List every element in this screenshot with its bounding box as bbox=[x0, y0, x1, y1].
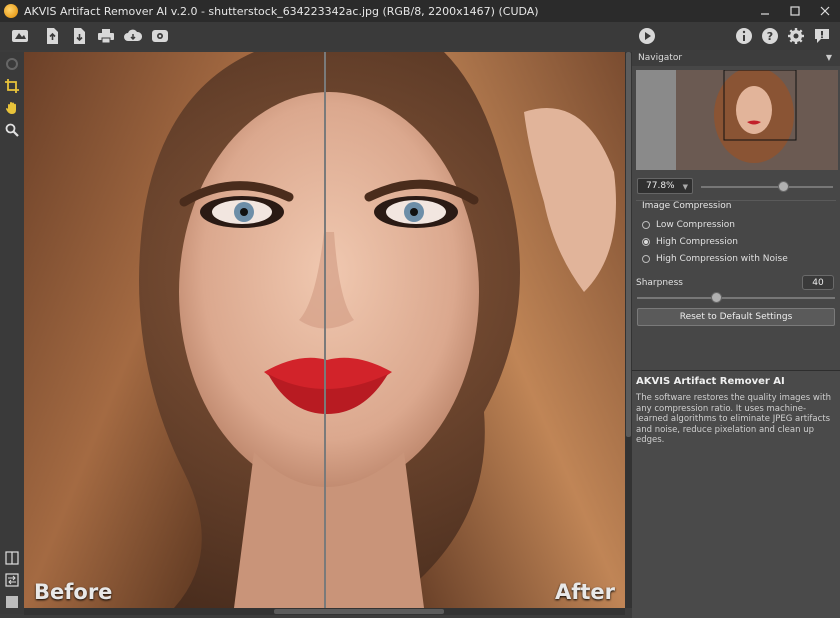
print-button[interactable] bbox=[94, 24, 118, 48]
notifications-icon bbox=[815, 29, 829, 43]
maximize-icon bbox=[790, 6, 800, 16]
app-logo-icon bbox=[4, 4, 18, 18]
save-file-button[interactable] bbox=[67, 24, 91, 48]
horizontal-scrollbar[interactable] bbox=[24, 608, 625, 615]
disabled-tool-button[interactable] bbox=[2, 54, 22, 74]
radio-button[interactable] bbox=[642, 221, 650, 229]
swap-view-icon bbox=[5, 573, 19, 587]
info-icon bbox=[736, 28, 752, 44]
hand-icon bbox=[6, 102, 16, 114]
title-bar: AKVIS Artifact Remover AI v.2.0 - shutte… bbox=[0, 0, 840, 22]
radio-high-compression-noise[interactable]: High Compression with Noise bbox=[642, 254, 788, 264]
vertical-scroll-thumb[interactable] bbox=[626, 52, 631, 437]
close-icon bbox=[820, 6, 830, 16]
navigator-title: Navigator bbox=[638, 53, 683, 63]
reset-defaults-button[interactable]: Reset to Default Settings bbox=[637, 308, 835, 326]
help-icon: ? bbox=[762, 28, 778, 44]
maximize-button[interactable] bbox=[780, 0, 810, 22]
sharpness-value[interactable]: 40 bbox=[802, 275, 834, 290]
toolbar-right-group: ? bbox=[730, 24, 834, 48]
zoom-icon bbox=[5, 123, 19, 137]
settings-button[interactable] bbox=[784, 24, 808, 48]
settings-icon bbox=[788, 28, 804, 44]
main-toolbar: ? bbox=[0, 22, 840, 50]
image-canvas[interactable]: Before After bbox=[24, 52, 625, 608]
split-view-button[interactable] bbox=[2, 548, 22, 568]
sharpness-slider-knob[interactable] bbox=[711, 292, 723, 303]
navigator-header[interactable]: Navigator ▼ bbox=[632, 50, 840, 66]
zoom-tool-button[interactable] bbox=[2, 120, 22, 140]
open-file-icon bbox=[47, 28, 58, 44]
vertical-scrollbar[interactable] bbox=[625, 52, 632, 608]
left-toolbar bbox=[0, 52, 24, 614]
window-title: AKVIS Artifact Remover AI v.2.0 - shutte… bbox=[24, 4, 539, 18]
zoom-slider-knob[interactable] bbox=[777, 181, 789, 192]
before-after-divider[interactable] bbox=[324, 52, 326, 608]
share-icon bbox=[124, 29, 142, 41]
info-button[interactable] bbox=[732, 24, 756, 48]
zoom-value: 77.8% bbox=[646, 181, 675, 191]
help-area: AKVIS Artifact Remover AI The software r… bbox=[632, 370, 840, 618]
after-label: After bbox=[554, 580, 615, 604]
navigator-collapse-icon[interactable]: ▼ bbox=[826, 53, 832, 62]
color-square-icon bbox=[6, 596, 18, 608]
sharpness-label: Sharpness bbox=[636, 278, 683, 288]
share-button[interactable] bbox=[121, 24, 145, 48]
split-view-icon bbox=[5, 551, 19, 565]
minimize-button[interactable] bbox=[750, 0, 780, 22]
view-mode-tools bbox=[0, 546, 24, 614]
home-icon bbox=[12, 30, 28, 42]
help-button[interactable]: ? bbox=[758, 24, 782, 48]
svg-text:?: ? bbox=[767, 30, 773, 43]
navigator-thumbnail bbox=[636, 70, 838, 170]
help-text: The software restores the quality images… bbox=[636, 393, 831, 445]
open-file-button[interactable] bbox=[40, 24, 64, 48]
run-button[interactable] bbox=[635, 24, 659, 48]
radio-label: High Compression bbox=[656, 237, 738, 247]
compression-title: Image Compression bbox=[642, 201, 732, 211]
color-square-button[interactable] bbox=[2, 592, 22, 612]
notifications-button[interactable] bbox=[810, 24, 834, 48]
zoom-slider[interactable] bbox=[701, 186, 833, 188]
swap-view-button[interactable] bbox=[2, 570, 22, 590]
radio-button[interactable] bbox=[642, 255, 650, 263]
print-icon bbox=[98, 29, 114, 44]
plugins-icon bbox=[152, 30, 168, 42]
plugins-button[interactable] bbox=[148, 24, 172, 48]
crop-icon bbox=[5, 79, 19, 93]
radio-label: Low Compression bbox=[656, 220, 735, 230]
save-file-icon bbox=[74, 28, 85, 44]
radio-button[interactable] bbox=[642, 238, 650, 246]
close-button[interactable] bbox=[810, 0, 840, 22]
minimize-icon bbox=[761, 13, 769, 15]
radio-high-compression[interactable]: High Compression bbox=[642, 237, 738, 247]
navigator-preview[interactable] bbox=[636, 70, 838, 170]
horizontal-scroll-thumb[interactable] bbox=[274, 609, 444, 614]
zoom-row: 77.8% ▼ bbox=[637, 178, 837, 196]
radio-low-compression[interactable]: Low Compression bbox=[642, 220, 735, 230]
home-button[interactable] bbox=[8, 24, 32, 48]
window-controls bbox=[750, 0, 840, 22]
zoom-dropdown-icon: ▼ bbox=[682, 183, 688, 191]
zoom-select[interactable]: 77.8% ▼ bbox=[637, 178, 693, 194]
crop-tool-button[interactable] bbox=[2, 76, 22, 96]
radio-label: High Compression with Noise bbox=[656, 254, 788, 264]
play-icon bbox=[639, 28, 655, 44]
disabled-tool-icon bbox=[6, 58, 18, 70]
help-title: AKVIS Artifact Remover AI bbox=[636, 376, 785, 387]
before-label: Before bbox=[34, 580, 113, 604]
hand-tool-button[interactable] bbox=[2, 98, 22, 118]
sharpness-slider[interactable] bbox=[637, 297, 835, 299]
settings-panel: Navigator ▼ 77.8% ▼ Image Compression Lo… bbox=[632, 50, 840, 618]
